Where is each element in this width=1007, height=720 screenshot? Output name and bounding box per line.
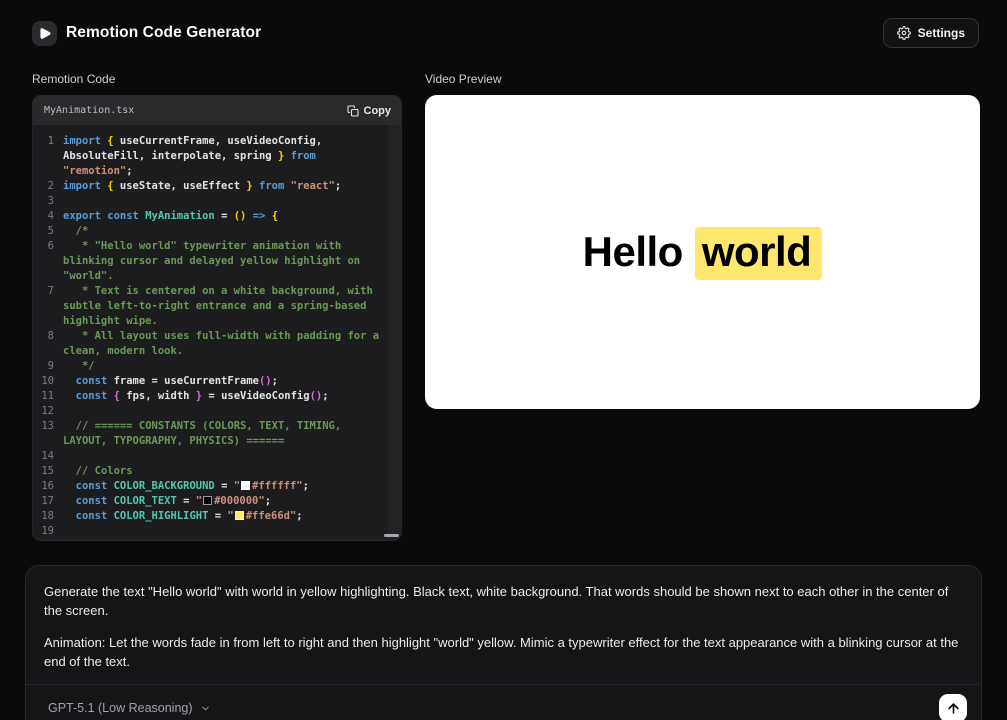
page-title: Remotion Code Generator — [66, 24, 261, 42]
model-selector-label: GPT-5.1 (Low Reasoning) — [48, 701, 193, 715]
color-swatch-icon — [203, 496, 212, 505]
prompt-card: Generate the text "Hello world" with wor… — [25, 565, 982, 720]
gear-icon — [897, 26, 911, 40]
code-line: 6 * "Hello world" typewriter animation w… — [41, 239, 385, 284]
code-line: 1import { useCurrentFrame, useVideoConfi… — [41, 134, 385, 179]
code-line: 19 — [41, 524, 385, 539]
code-line: 5 /* — [41, 224, 385, 239]
code-column: Remotion Code MyAnimation.tsx Copy 1impo… — [32, 60, 402, 541]
chevron-down-icon — [200, 703, 211, 714]
copy-button-label: Copy — [364, 105, 392, 117]
prompt-input[interactable]: Generate the text "Hello world" with wor… — [26, 566, 981, 684]
preview-hello-text: Helloworld — [583, 228, 823, 276]
prompt-paragraph: Animation: Let the words fade in from le… — [44, 634, 963, 672]
code-line: 3 — [41, 194, 385, 209]
code-editor-header: MyAnimation.tsx Copy — [33, 96, 401, 125]
code-lines: 1import { useCurrentFrame, useVideoConfi… — [41, 134, 385, 540]
code-line: 4export const MyAnimation = () => { — [41, 209, 385, 224]
remotion-logo-icon — [32, 21, 57, 46]
main-content: Remotion Code MyAnimation.tsx Copy 1impo… — [0, 60, 1007, 541]
copy-icon — [347, 105, 359, 117]
model-selector[interactable]: GPT-5.1 (Low Reasoning) — [44, 695, 215, 720]
send-button[interactable] — [939, 694, 967, 720]
color-swatch-icon — [235, 511, 244, 520]
code-line: 14 — [41, 449, 385, 464]
code-editor-body[interactable]: 1import { useCurrentFrame, useVideoConfi… — [33, 125, 401, 540]
code-line: 16 const COLOR_BACKGROUND = "#ffffff"; — [41, 479, 385, 494]
arrow-up-icon — [946, 701, 961, 716]
preview-column: Video Preview Hello world — [425, 60, 980, 409]
code-filename: MyAnimation.tsx — [44, 105, 134, 116]
copy-button[interactable]: Copy — [347, 105, 392, 117]
color-swatch-icon — [241, 481, 250, 490]
code-line: 15 // Colors — [41, 464, 385, 479]
code-line: 2import { useState, useEffect } from "re… — [41, 179, 385, 194]
code-editor-panel: MyAnimation.tsx Copy 1import { useCurren… — [32, 95, 402, 541]
code-section-label: Remotion Code — [32, 72, 402, 86]
code-line: 17 const COLOR_TEXT = "#000000"; — [41, 494, 385, 509]
code-scrollbar-track[interactable] — [388, 125, 401, 540]
code-line: 13 // ====== CONSTANTS (COLORS, TEXT, TI… — [41, 419, 385, 449]
preview-section-label: Video Preview — [425, 72, 980, 86]
preview-plain-word: Hello — [583, 228, 683, 275]
settings-button-label: Settings — [918, 26, 965, 40]
code-line: 10 const frame = useCurrentFrame(); — [41, 374, 385, 389]
brand: Remotion Code Generator — [32, 21, 261, 46]
video-preview: Hello world — [425, 95, 980, 409]
code-line: 7 * Text is centered on a white backgrou… — [41, 284, 385, 329]
code-line: 20 // Text content — [41, 539, 385, 540]
code-line: 11 const { fps, width } = useVideoConfig… — [41, 389, 385, 404]
code-line: 8 * All layout uses full-width with padd… — [41, 329, 385, 359]
settings-button[interactable]: Settings — [883, 18, 979, 48]
prompt-paragraph: Generate the text "Hello world" with wor… — [44, 583, 963, 621]
code-line: 9 */ — [41, 359, 385, 374]
code-scrollbar-thumb[interactable] — [384, 534, 399, 537]
code-line: 12 — [41, 404, 385, 419]
app-header: Remotion Code Generator Settings — [0, 0, 1007, 60]
preview-highlighted-word: world — [695, 227, 823, 280]
prompt-controls: GPT-5.1 (Low Reasoning) — [26, 684, 981, 720]
code-line: 18 const COLOR_HIGHLIGHT = "#ffe66d"; — [41, 509, 385, 524]
